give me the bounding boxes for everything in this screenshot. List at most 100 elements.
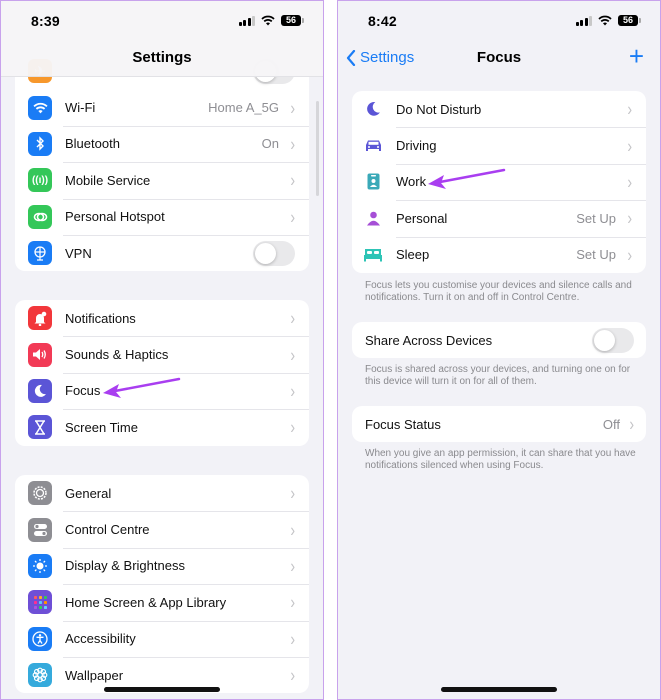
- chevron-right-icon: ›: [290, 380, 295, 402]
- nav-bar: Settings Focus +: [338, 41, 660, 77]
- share-across-devices-label: Share Across Devices: [365, 332, 493, 348]
- row-label: Notifications: [65, 310, 136, 326]
- row-label: Wallpaper: [65, 667, 124, 683]
- chevron-right-icon: ›: [627, 244, 632, 266]
- focus-mode-driving[interactable]: Driving ›: [352, 127, 646, 163]
- status-bar: 8:39 56: [1, 1, 323, 41]
- wifi-status-icon: [598, 15, 612, 26]
- app-grid-icon: [28, 590, 52, 615]
- chevron-right-icon: ›: [627, 171, 632, 193]
- focus-mode-label: Sleep: [396, 247, 430, 263]
- moon-icon: [28, 378, 52, 403]
- cellular-signal-icon: [238, 15, 255, 26]
- settings-row-sounds-and-haptics[interactable]: Sounds & Haptics ›: [15, 336, 309, 372]
- settings-row-notifications[interactable]: Notifications ›: [15, 300, 309, 336]
- focus-mode-label: Personal: [396, 210, 448, 226]
- settings-row-focus[interactable]: Focus ›: [15, 372, 309, 409]
- settings-group-connectivity: ✈ Wi-FiHome A_5G›BluetoothOn›((ı))Mobile…: [15, 53, 309, 272]
- settings-row-vpn[interactable]: VPN: [15, 234, 309, 271]
- add-focus-button[interactable]: +: [629, 43, 644, 69]
- focus-mode-personal[interactable]: Personal Set Up ›: [352, 200, 646, 236]
- settings-row-screen-time[interactable]: Screen Time ›: [15, 409, 309, 445]
- settings-row-control-centre[interactable]: Control Centre ›: [15, 511, 309, 547]
- focus-mode-do-not-disturb[interactable]: Do Not Disturb ›: [352, 91, 646, 127]
- chevron-right-icon: ›: [290, 97, 295, 118]
- focus-status-footnote: When you give an app permission, it can …: [365, 448, 636, 471]
- settings-row-wi-fi[interactable]: Wi-Fi Home A_5G ›: [15, 89, 309, 125]
- settings-row-personal-hotspot[interactable]: Personal Hotspot ›: [15, 198, 309, 235]
- settings-row-display-and-brightness[interactable]: Display & Brightness ›: [15, 547, 309, 584]
- settings-row-general[interactable]: General ›: [15, 475, 309, 511]
- antenna-icon: ((ı)): [28, 168, 52, 193]
- chevron-right-icon: ›: [290, 482, 295, 504]
- focus-status-label: Focus Status: [365, 416, 441, 432]
- hourglass-icon: [28, 415, 52, 440]
- hotspot-icon: [28, 204, 52, 229]
- chevron-right-icon: ›: [290, 206, 295, 228]
- row-label: Display & Brightness: [65, 558, 185, 574]
- bell-icon: [28, 306, 52, 331]
- focus-mode-label: Work: [396, 174, 427, 190]
- flower-icon: [28, 663, 52, 688]
- settings-row-mobile-service[interactable]: ((ı)) Mobile Service ›: [15, 162, 309, 198]
- globe-icon: [28, 241, 52, 266]
- focus-status-row[interactable]: Focus Status Off ›: [352, 406, 646, 442]
- status-bar: 8:42 56: [338, 1, 660, 41]
- nav-bar: Settings: [1, 41, 323, 77]
- row-label: General: [65, 485, 112, 501]
- vpn-toggle[interactable]: [253, 240, 295, 266]
- bed-icon: [362, 244, 384, 266]
- row-label: Personal Hotspot: [65, 209, 165, 225]
- status-icons: 56: [238, 15, 304, 26]
- chevron-right-icon: ›: [290, 307, 295, 329]
- settings-row-home-screen-and-app-library[interactable]: Home Screen & App Library ›: [15, 584, 309, 620]
- cellular-signal-icon: [575, 15, 592, 26]
- chevron-right-icon: ›: [627, 207, 632, 229]
- share-across-devices-toggle[interactable]: [592, 327, 634, 353]
- focus-status-value: Off: [602, 416, 620, 432]
- row-label: Sounds & Haptics: [65, 347, 169, 363]
- home-indicator: [441, 687, 557, 692]
- focus-screen: 8:42 56 Settings Focus + Do Not Disturb ›…: [337, 0, 661, 700]
- settings-group-general: General › Control Centre › Display & Brightn…: [15, 475, 309, 694]
- chevron-right-icon: ›: [290, 133, 295, 155]
- row-label: Wi-Fi: [65, 100, 96, 116]
- row-label: Focus: [65, 383, 101, 399]
- row-value: On: [261, 136, 279, 152]
- chevron-right-icon: ›: [290, 664, 295, 686]
- scrollbar[interactable]: [316, 101, 319, 196]
- focus-modes-list: Do Not Disturb › Driving › Work › Personal Set …: [352, 91, 646, 273]
- focus-mode-value: Set Up: [576, 247, 616, 263]
- gear-icon: [28, 481, 52, 506]
- row-label: Screen Time: [65, 419, 138, 435]
- row-value: Home A_5G: [208, 100, 279, 116]
- status-icons: 56: [575, 15, 641, 26]
- wifi-icon: [28, 95, 52, 120]
- car-icon: [362, 135, 384, 157]
- settings-screen: 8:39 56 Settings ✈ Wi-FiHome A_5G›Blueto…: [0, 0, 324, 700]
- chevron-right-icon: ›: [290, 519, 295, 540]
- share-across-devices-row[interactable]: Share Across Devices: [352, 322, 646, 358]
- focus-mode-work[interactable]: Work ›: [352, 163, 646, 200]
- battery-icon: 56: [618, 15, 641, 26]
- switches-icon: [28, 517, 52, 542]
- home-indicator: [104, 687, 220, 692]
- settings-row-bluetooth[interactable]: Bluetooth On ›: [15, 125, 309, 162]
- chevron-right-icon: ›: [290, 416, 295, 438]
- chevron-right-icon: ›: [290, 169, 295, 191]
- wifi-status-icon: [261, 15, 275, 26]
- focus-mode-sleep[interactable]: Sleep Set Up ›: [352, 236, 646, 273]
- focus-mode-label: Driving: [396, 138, 437, 154]
- focus-mode-value: Set Up: [576, 210, 616, 226]
- page-title: Settings: [132, 49, 192, 66]
- row-label: Mobile Service: [65, 172, 151, 188]
- settings-row-accessibility[interactable]: Accessibility ›: [15, 620, 309, 657]
- status-time: 8:39: [31, 13, 60, 29]
- sun-icon: [28, 553, 52, 578]
- chevron-right-icon: ›: [290, 591, 295, 613]
- bluetooth-icon: [28, 131, 52, 156]
- person-icon: [362, 207, 384, 229]
- chevron-right-icon: ›: [290, 628, 295, 650]
- chevron-right-icon: ›: [629, 413, 634, 435]
- moon-icon: [362, 98, 384, 120]
